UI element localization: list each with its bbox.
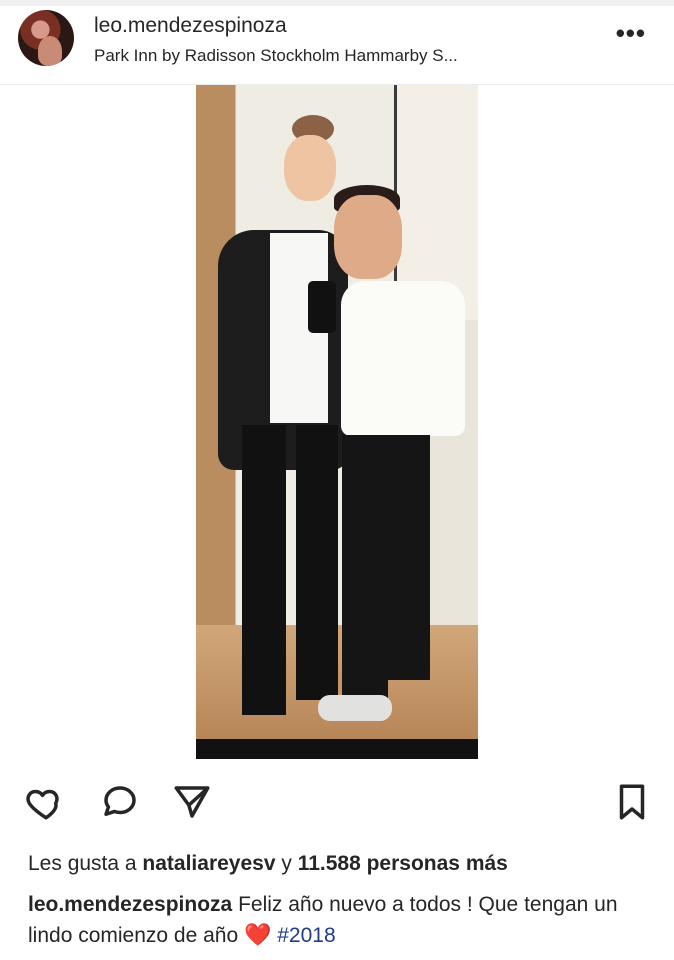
likes-count[interactable]: 11.588 personas más	[298, 852, 508, 875]
person-left-leg	[296, 425, 338, 700]
post-actions	[0, 778, 674, 830]
person-right-leg	[342, 435, 388, 710]
likes-connector: y	[275, 852, 298, 875]
post-username[interactable]: leo.mendezespinoza	[94, 14, 287, 38]
post-location[interactable]: Park Inn by Radisson Stockholm Hammarby …	[94, 46, 458, 66]
paper-plane-icon	[174, 786, 210, 818]
post-photo[interactable]	[196, 85, 478, 759]
person-left-leg	[242, 425, 286, 715]
heart-icon	[26, 789, 59, 820]
comment-button[interactable]	[96, 778, 144, 826]
caption-username[interactable]: leo.mendezespinoza	[28, 893, 232, 916]
avatar[interactable]	[18, 10, 74, 66]
more-options-button[interactable]: •••	[616, 20, 646, 46]
heart-emoji: ❤️	[243, 922, 272, 947]
person-right-sock	[318, 695, 392, 721]
photo-area	[0, 85, 674, 760]
person-right-head	[334, 195, 402, 279]
likes-line: Les gusta a nataliareyesv y 11.588 perso…	[28, 850, 648, 878]
caption: leo.mendezespinoza Feliz año nuevo a tod…	[28, 890, 648, 951]
save-button[interactable]	[608, 778, 656, 826]
post-header: leo.mendezespinoza Park Inn by Radisson …	[0, 6, 674, 85]
hashtag-link[interactable]: #2018	[277, 924, 335, 947]
like-button[interactable]	[22, 778, 70, 826]
share-button[interactable]	[168, 778, 216, 826]
person-right-leg	[386, 435, 430, 680]
likes-prefix: Les gusta a	[28, 852, 143, 875]
person-right-shirt	[341, 281, 465, 436]
person-left-head	[284, 135, 336, 201]
photo-bottom-bar	[196, 739, 478, 759]
comment-icon	[104, 786, 136, 816]
liked-by-user[interactable]: nataliareyesv	[142, 852, 275, 875]
phone	[308, 281, 336, 333]
bookmark-icon	[619, 784, 645, 820]
